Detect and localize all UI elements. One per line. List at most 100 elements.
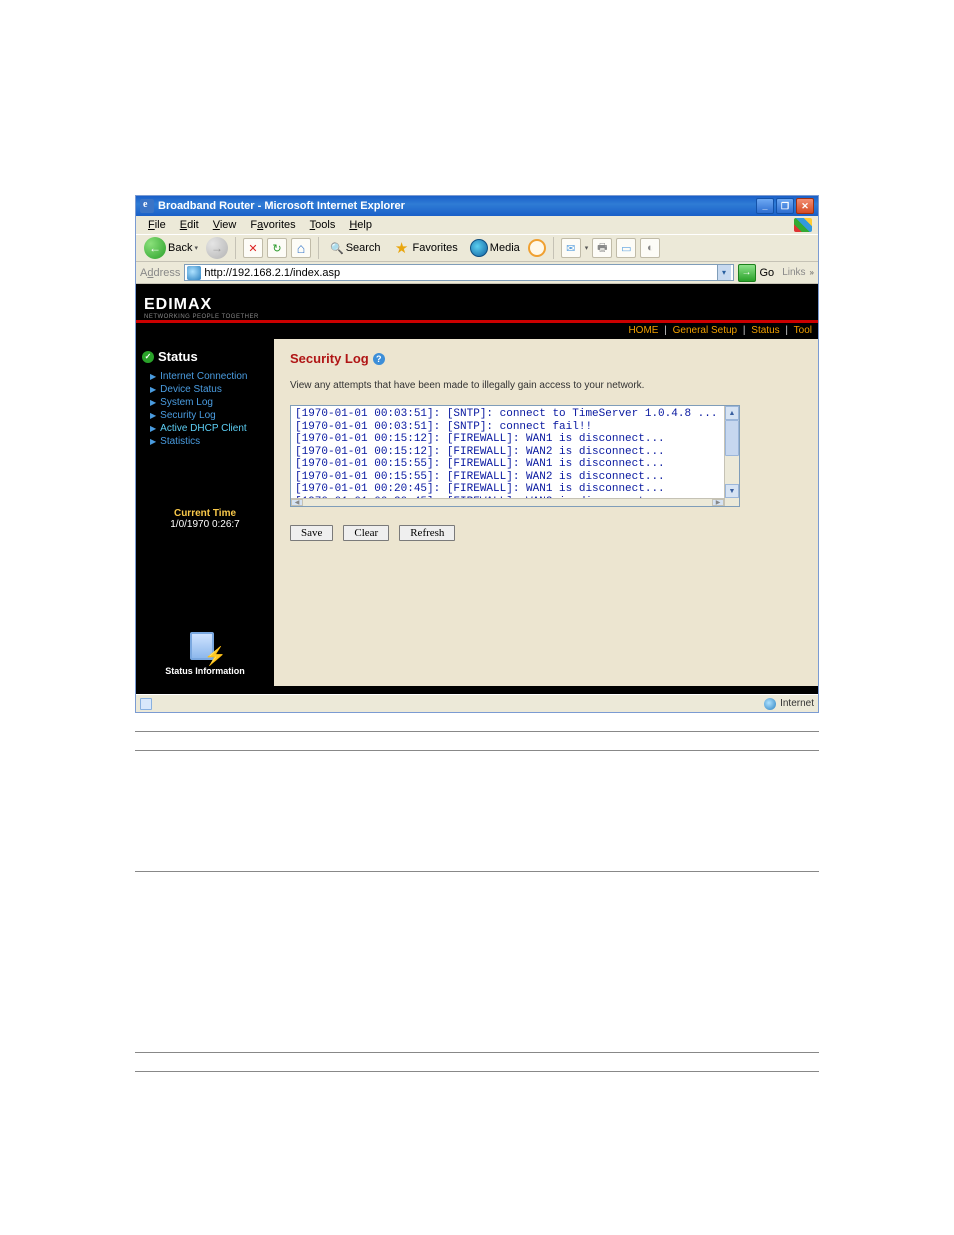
refresh-button[interactable]: ↻ xyxy=(267,238,287,258)
clear-button[interactable]: Clear xyxy=(343,525,389,541)
page-rule xyxy=(135,1052,819,1053)
lightning-icon: ⚡ xyxy=(204,646,220,666)
page-title: Security Log ? xyxy=(290,351,802,366)
forward-button[interactable]: → xyxy=(206,237,228,259)
media-button[interactable]: Media xyxy=(466,237,524,259)
star-icon: ★ xyxy=(393,239,411,257)
topnav-tool[interactable]: Tool xyxy=(794,325,812,336)
mail-button[interactable]: ✉ xyxy=(561,238,581,258)
minimize-button[interactable]: _ xyxy=(756,198,774,214)
go-button[interactable]: → xyxy=(738,264,756,282)
toolbar: ← Back ▾ → ✕ ↻ ⌂ 🔍 Search ★ Favorites Me… xyxy=(136,234,818,262)
sidebar-heading: ✓ Status xyxy=(142,349,268,364)
status-info-label: Status Information xyxy=(142,666,268,676)
windows-flag-icon xyxy=(794,218,812,232)
brand-name: EDIMAX xyxy=(144,296,259,314)
log-content: [1970-01-01 00:03:51]: [SNTP]: connect t… xyxy=(291,406,739,507)
sidebar-item-label: Device Status xyxy=(160,384,222,395)
menu-file[interactable]: File xyxy=(142,219,172,231)
menu-edit[interactable]: Edit xyxy=(174,219,205,231)
stop-button[interactable]: ✕ xyxy=(243,238,263,258)
horizontal-scrollbar[interactable]: ◀ ▶ xyxy=(291,498,724,506)
scroll-down-icon[interactable]: ▼ xyxy=(725,484,739,498)
globe-icon xyxy=(187,266,201,280)
back-button[interactable]: ← Back ▾ xyxy=(140,235,202,261)
close-button[interactable]: ✕ xyxy=(796,198,814,214)
topnav-general-setup[interactable]: General Setup xyxy=(673,325,738,336)
page-content: EDIMAX NETWORKING PEOPLE TOGETHER HOME |… xyxy=(136,284,818,694)
topnav-home[interactable]: HOME xyxy=(628,325,658,336)
scroll-left-icon[interactable]: ◀ xyxy=(291,499,303,506)
home-button[interactable]: ⌂ xyxy=(291,238,311,258)
search-label: Search xyxy=(346,242,381,254)
page-rule xyxy=(135,731,819,732)
scroll-up-icon[interactable]: ▲ xyxy=(725,406,739,420)
search-icon: 🔍 xyxy=(330,242,344,255)
sidebar-heading-label: Status xyxy=(158,349,198,364)
media-label: Media xyxy=(490,242,520,254)
scroll-thumb[interactable] xyxy=(725,420,739,456)
topnav-status[interactable]: Status xyxy=(751,325,779,336)
address-label: Address xyxy=(140,267,180,279)
go-label: Go xyxy=(760,267,775,279)
brand-header: EDIMAX NETWORKING PEOPLE TOGETHER xyxy=(136,284,818,320)
sidebar-item-label: Active DHCP Client xyxy=(160,423,247,434)
address-dropdown-icon[interactable]: ▾ xyxy=(717,265,731,280)
links-label[interactable]: Links xyxy=(782,267,805,278)
sidebar-item-security-log[interactable]: ▶Security Log xyxy=(142,409,268,422)
mail-dropdown-icon[interactable]: ▾ xyxy=(585,244,589,252)
help-icon[interactable]: ? xyxy=(373,353,385,365)
address-input[interactable]: http://192.168.2.1/index.asp ▾ xyxy=(184,264,733,281)
history-button[interactable] xyxy=(528,239,546,257)
back-dropdown-icon[interactable]: ▾ xyxy=(194,244,198,252)
vertical-scrollbar[interactable]: ▲ ▼ xyxy=(724,406,739,506)
sidebar-item-statistics[interactable]: ▶Statistics xyxy=(142,435,268,448)
menu-tools[interactable]: Tools xyxy=(304,219,342,231)
current-time-label: Current Time xyxy=(142,508,268,519)
back-label: Back xyxy=(168,242,192,254)
sidebar: ✓ Status ▶ Internet Connection ▶ Device St… xyxy=(136,339,274,686)
sidebar-item-internet-connection[interactable]: ▶ Internet Connection xyxy=(142,370,268,383)
page-rule xyxy=(135,1071,819,1072)
edit-button[interactable]: ▭ xyxy=(616,238,636,258)
sidebar-item-device-status[interactable]: ▶ Device Status xyxy=(142,383,268,396)
save-button[interactable]: Save xyxy=(290,525,333,541)
sidebar-item-active-dhcp-client[interactable]: ▶ Active DHCP Client xyxy=(142,422,268,435)
brand-tagline: NETWORKING PEOPLE TOGETHER xyxy=(144,314,259,320)
arrow-icon: ▶ xyxy=(150,372,156,381)
status-bar: Internet xyxy=(136,694,818,712)
divider xyxy=(553,237,554,259)
ie-icon xyxy=(140,199,154,213)
page-icon xyxy=(140,698,152,710)
menu-view[interactable]: View xyxy=(207,219,243,231)
menu-favorites[interactable]: Favorites xyxy=(244,219,301,231)
menu-help[interactable]: Help xyxy=(343,219,378,231)
sidebar-item-system-log[interactable]: ▶System Log xyxy=(142,396,268,409)
sep: | xyxy=(785,325,788,336)
maximize-button[interactable]: ❐ xyxy=(776,198,794,214)
divider xyxy=(318,237,319,259)
arrow-icon: ▶ xyxy=(150,385,156,394)
page-rule xyxy=(135,871,819,872)
sidebar-item-label: Internet Connection xyxy=(160,371,247,382)
print-button[interactable]: 🖶 xyxy=(592,238,612,258)
arrow-icon: ▶ xyxy=(150,411,156,420)
current-time-value: 1/0/1970 0:26:7 xyxy=(142,519,268,530)
favorites-button[interactable]: ★ Favorites xyxy=(389,237,462,259)
scroll-right-icon[interactable]: ▶ xyxy=(712,499,724,506)
search-button[interactable]: 🔍 Search xyxy=(326,240,385,257)
discuss-button[interactable]: ◐ xyxy=(640,238,660,258)
address-url: http://192.168.2.1/index.asp xyxy=(204,267,716,279)
links-chevron-icon[interactable]: » xyxy=(810,268,814,277)
refresh-log-button[interactable]: Refresh xyxy=(399,525,455,541)
log-textarea[interactable]: [1970-01-01 00:03:51]: [SNTP]: connect t… xyxy=(290,405,740,507)
title-bar: Broadband Router - Microsoft Internet Ex… xyxy=(136,196,818,216)
check-icon: ✓ xyxy=(142,351,154,363)
arrow-icon: ▶ xyxy=(150,424,156,433)
page-description: View any attempts that have been made to… xyxy=(290,380,802,391)
status-information[interactable]: ⚡ Status Information xyxy=(142,630,268,676)
arrow-icon: ▶ xyxy=(150,437,156,446)
divider xyxy=(235,237,236,259)
top-nav: HOME | General Setup | Status | Tool xyxy=(136,323,818,339)
back-arrow-icon: ← xyxy=(144,237,166,259)
